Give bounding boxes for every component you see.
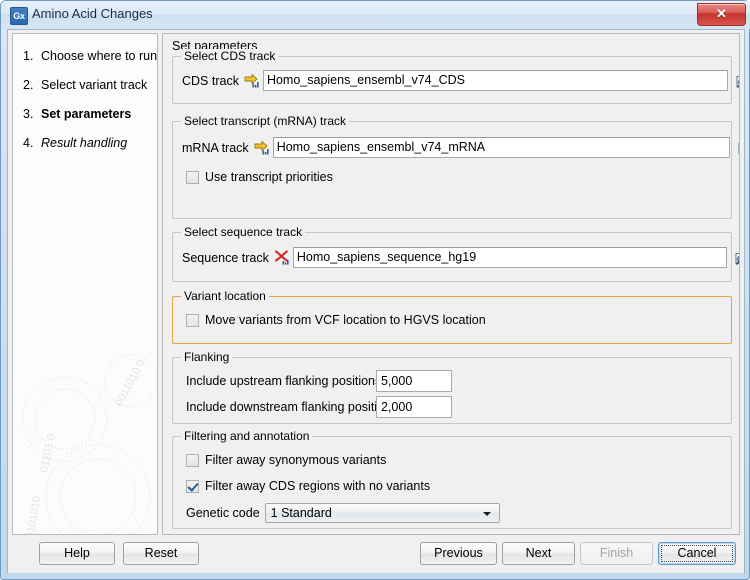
dialog-window: Gx Amino Acid Changes ✕ 0011010 0 01101 … [0,0,750,580]
filter-cds-regions-row[interactable]: Filter away CDS regions with no variants [186,479,430,493]
mrna-track-label: mRNA track [182,141,249,155]
genetic-code-select[interactable]: 1 Standard [265,503,500,523]
chevron-down-icon [483,512,491,516]
step-label: Result handling [41,136,127,150]
dialog-button-bar: Help Reset Previous Next Finish Cancel [8,535,744,573]
svg-text:0101010: 0101010 [24,495,43,535]
sidebar-step-3[interactable]: 3.Set parameters [13,100,157,129]
cds-track-icon [244,73,261,89]
group-title: Flanking [181,350,232,364]
step-number: 1. [23,42,41,71]
group-select-mrna-track: Select transcript (mRNA) track mRNA trac… [172,121,732,219]
upstream-flanking-row: Include upstream flanking positions 5,00… [186,370,452,392]
dialog-body: 0011010 0 01101 0 0101010 1.Choose where… [7,29,745,573]
group-select-cds-track: Select CDS track CDS track Homo_sapiens_… [172,56,732,104]
move-variants-row[interactable]: Move variants from VCF location to HGVS … [186,313,486,327]
filter-synonymous-checkbox[interactable] [186,454,199,467]
mrna-track-browse-button[interactable] [736,138,740,158]
sequence-track-input[interactable]: Homo_sapiens_sequence_hg19 [293,247,727,268]
cds-track-label: CDS track [182,74,239,88]
move-variants-checkbox[interactable] [186,314,199,327]
next-button[interactable]: Next [502,542,575,565]
genetic-code-label: Genetic code [186,506,260,520]
group-title: Variant location [181,289,269,303]
step-number: 4. [23,129,41,158]
sequence-track-browse-button[interactable] [733,248,740,268]
cancel-button[interactable]: Cancel [658,542,736,565]
cds-track-input[interactable]: Homo_sapiens_ensembl_v74_CDS [263,70,728,91]
finish-button: Finish [580,542,653,565]
close-icon: ✕ [698,4,745,23]
group-select-sequence-track: Select sequence track Sequence track Hom… [172,232,732,282]
group-title: Filtering and annotation [181,429,312,443]
window-title: Amino Acid Changes [32,6,153,21]
genetic-code-value: 1 Standard [271,506,332,520]
svg-text:0011010 0: 0011010 0 [113,358,148,409]
chromosome-track-icon [274,250,291,266]
group-filtering-annotation: Filtering and annotation Filter away syn… [172,436,732,529]
cancel-button-label: Cancel [678,546,717,560]
sidebar-step-4[interactable]: 4.Result handling [13,129,157,158]
help-button[interactable]: Help [39,542,115,565]
use-transcript-priorities-checkbox[interactable] [186,171,199,184]
downstream-flanking-input[interactable]: 2,000 [376,396,452,418]
mrna-track-row: mRNA track Homo_sapiens_ensembl_v74_mRNA [182,137,740,158]
reset-button[interactable]: Reset [123,542,199,565]
step-number: 2. [23,71,41,100]
downstream-flanking-label: Include downstream flanking positions [186,400,371,414]
cds-track-row: CDS track Homo_sapiens_ensembl_v74_CDS [182,70,740,91]
svg-text:01101 0: 01101 0 [38,433,58,474]
mrna-track-icon [254,140,271,156]
wizard-steps: 1.Choose where to run 2.Select variant t… [13,42,157,158]
sequence-track-label: Sequence track [182,251,269,265]
sidebar-step-1[interactable]: 1.Choose where to run [13,42,157,71]
filter-synonymous-row[interactable]: Filter away synonymous variants [186,453,386,467]
upstream-flanking-input[interactable]: 5,000 [376,370,452,392]
mrna-track-input[interactable]: Homo_sapiens_ensembl_v74_mRNA [273,137,730,158]
step-label: Select variant track [41,78,147,92]
filter-cds-regions-checkbox[interactable] [186,480,199,493]
move-variants-label: Move variants from VCF location to HGVS … [205,313,486,327]
app-icon: Gx [10,7,28,25]
step-label: Set parameters [41,107,131,121]
use-transcript-priorities-row[interactable]: Use transcript priorities [186,170,333,184]
group-title: Select transcript (mRNA) track [181,114,349,128]
use-transcript-priorities-label: Use transcript priorities [205,170,333,184]
genetic-code-row: Genetic code 1 Standard [186,503,500,523]
group-title: Select CDS track [181,49,278,63]
step-number: 3. [23,100,41,129]
downstream-flanking-row: Include downstream flanking positions 2,… [186,396,452,418]
filter-synonymous-label: Filter away synonymous variants [205,453,386,467]
sidebar-step-2[interactable]: 2.Select variant track [13,71,157,100]
cds-track-browse-button[interactable] [734,71,740,91]
group-variant-location: Variant location Move variants from VCF … [172,296,732,344]
filter-cds-regions-label: Filter away CDS regions with no variants [205,479,430,493]
sequence-track-row: Sequence track Homo_sapiens_sequence_hg1… [182,247,740,268]
title-bar[interactable]: Gx Amino Acid Changes ✕ [1,1,750,29]
close-button[interactable]: ✕ [697,3,746,26]
decorative-watermark: 0011010 0 01101 0 0101010 [12,349,158,535]
step-label: Choose where to run [41,49,157,63]
previous-button[interactable]: Previous [420,542,497,565]
group-flanking: Flanking Include upstream flanking posit… [172,357,732,424]
wizard-sidebar: 0011010 0 01101 0 0101010 1.Choose where… [12,33,158,535]
parameters-panel: Set parameters Select CDS track CDS trac… [162,33,740,535]
upstream-flanking-label: Include upstream flanking positions [186,374,371,388]
group-title: Select sequence track [181,225,305,239]
